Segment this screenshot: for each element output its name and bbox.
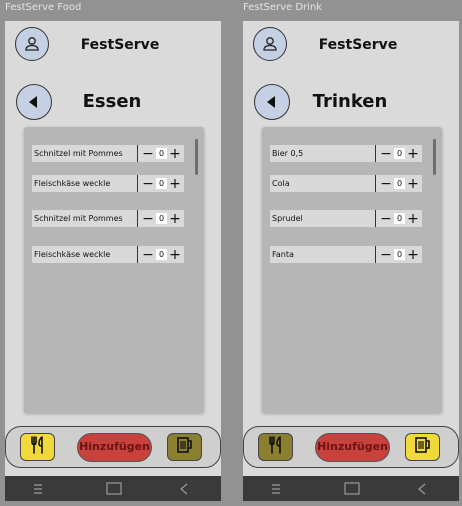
- arrow-left-icon[interactable]: [16, 84, 52, 120]
- quantity-value: 0: [156, 148, 167, 159]
- user-icon[interactable]: [15, 27, 49, 61]
- list-item: Fleischkäse weckle − 0 +: [32, 246, 184, 263]
- drink-screen: FestServe Trinken Bier 0,5 − 0 + Cola − …: [243, 21, 459, 501]
- quantity-value: 0: [394, 148, 405, 159]
- home-icon[interactable]: [106, 481, 122, 496]
- quantity-value: 0: [156, 213, 167, 224]
- list-item: Schnitzel mit Pommes − 0 +: [32, 145, 184, 162]
- beer-mug-icon: [175, 435, 195, 459]
- drink-screen-frame: FestServe Drink FestServe Trinken Bier 0…: [243, 0, 462, 506]
- app-header: FestServe: [243, 21, 459, 71]
- quantity-stepper: − 0 +: [138, 145, 184, 162]
- fork-knife-icon: [28, 435, 48, 459]
- quantity-stepper: − 0 +: [376, 145, 422, 162]
- quantity-stepper: − 0 +: [376, 210, 422, 227]
- minus-button[interactable]: −: [379, 176, 393, 191]
- plus-button[interactable]: +: [406, 211, 420, 226]
- minus-button[interactable]: −: [141, 176, 155, 191]
- food-screen-frame: FestServe Food FestServe Essen Schnitzel…: [5, 0, 226, 506]
- item-list[interactable]: Bier 0,5 − 0 + Cola − 0 + Sprudel − 0 + …: [262, 127, 442, 413]
- menu-icon[interactable]: [269, 481, 283, 496]
- minus-button[interactable]: −: [141, 211, 155, 226]
- tab-drink[interactable]: [167, 433, 202, 461]
- minus-button[interactable]: −: [141, 247, 155, 262]
- bottom-action-bar: Hinzufügen: [243, 426, 459, 468]
- minus-button[interactable]: −: [141, 146, 155, 161]
- beer-mug-icon: [413, 435, 433, 459]
- system-navbar: [5, 476, 221, 501]
- scrollbar[interactable]: [195, 139, 198, 175]
- frame-title: FestServe Drink: [243, 2, 323, 13]
- quantity-stepper: − 0 +: [376, 175, 422, 192]
- plus-button[interactable]: +: [406, 247, 420, 262]
- plus-button[interactable]: +: [168, 176, 182, 191]
- brand-title: FestServe: [318, 37, 398, 53]
- menu-icon[interactable]: [31, 481, 45, 496]
- item-name: Cola: [270, 175, 376, 192]
- list-item: Fanta − 0 +: [270, 246, 422, 263]
- plus-button[interactable]: +: [406, 146, 420, 161]
- app-header: FestServe: [5, 21, 221, 71]
- quantity-value: 0: [394, 178, 405, 189]
- list-item: Sprudel − 0 +: [270, 210, 422, 227]
- item-name: Fleischkäse weckle: [32, 246, 138, 263]
- user-icon[interactable]: [253, 27, 287, 61]
- system-navbar: [243, 476, 459, 501]
- quantity-value: 0: [394, 213, 405, 224]
- minus-button[interactable]: −: [379, 146, 393, 161]
- item-name: Fleischkäse weckle: [32, 175, 138, 192]
- item-name: Schnitzel mit Pommes: [32, 210, 138, 227]
- page-title: Essen: [82, 91, 142, 112]
- arrow-left-icon[interactable]: [254, 84, 290, 120]
- tab-food[interactable]: [20, 433, 55, 461]
- frame-title: FestServe Food: [5, 2, 82, 13]
- item-list[interactable]: Schnitzel mit Pommes − 0 + Fleischkäse w…: [24, 127, 204, 413]
- quantity-value: 0: [156, 249, 167, 260]
- page-title: Trinken: [312, 91, 388, 112]
- item-name: Fanta: [270, 246, 376, 263]
- minus-button[interactable]: −: [379, 247, 393, 262]
- list-item: Fleischkäse weckle − 0 +: [32, 175, 184, 192]
- quantity-value: 0: [156, 178, 167, 189]
- home-icon[interactable]: [344, 481, 360, 496]
- brand-title: FestServe: [80, 37, 160, 53]
- item-name: Sprudel: [270, 210, 376, 227]
- quantity-stepper: − 0 +: [138, 210, 184, 227]
- plus-button[interactable]: +: [406, 176, 420, 191]
- back-icon[interactable]: [178, 481, 190, 496]
- plus-button[interactable]: +: [168, 211, 182, 226]
- food-screen: FestServe Essen Schnitzel mit Pommes − 0…: [5, 21, 221, 501]
- minus-button[interactable]: −: [379, 211, 393, 226]
- add-button[interactable]: Hinzufügen: [77, 433, 152, 462]
- list-item: Cola − 0 +: [270, 175, 422, 192]
- quantity-stepper: − 0 +: [376, 246, 422, 263]
- tab-food[interactable]: [258, 433, 293, 461]
- scrollbar[interactable]: [433, 139, 436, 175]
- add-button[interactable]: Hinzufügen: [315, 433, 390, 462]
- fork-knife-icon: [266, 435, 286, 459]
- bottom-action-bar: Hinzufügen: [5, 426, 221, 468]
- item-name: Schnitzel mit Pommes: [32, 145, 138, 162]
- list-item: Schnitzel mit Pommes − 0 +: [32, 210, 184, 227]
- item-name: Bier 0,5: [270, 145, 376, 162]
- plus-button[interactable]: +: [168, 146, 182, 161]
- plus-button[interactable]: +: [168, 247, 182, 262]
- quantity-value: 0: [394, 249, 405, 260]
- list-item: Bier 0,5 − 0 +: [270, 145, 422, 162]
- quantity-stepper: − 0 +: [138, 175, 184, 192]
- back-icon[interactable]: [416, 481, 428, 496]
- quantity-stepper: − 0 +: [138, 246, 184, 263]
- tab-drink[interactable]: [405, 433, 440, 461]
